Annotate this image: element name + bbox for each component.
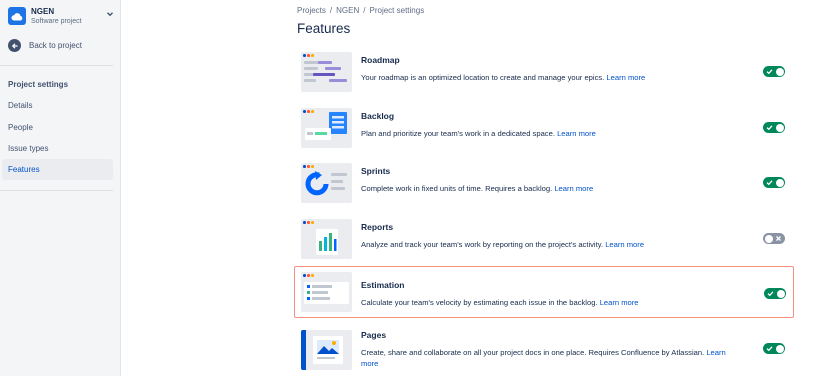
- learn-more-link-backlog[interactable]: Learn more: [557, 129, 596, 138]
- feature-title-roadmap: Roadmap: [361, 55, 400, 65]
- toggle-roadmap[interactable]: [763, 66, 785, 77]
- feature-row-sprints: Sprints Complete work in fixed units of …: [297, 161, 793, 211]
- feature-title-reports: Reports: [361, 222, 394, 232]
- chevron-down-icon[interactable]: [106, 10, 114, 18]
- check-icon: [767, 291, 774, 297]
- learn-more-link-sprints[interactable]: Learn more: [554, 184, 593, 193]
- toggle-estimation[interactable]: [764, 288, 786, 299]
- feature-description-text: Analyze and track your team's work by re…: [361, 240, 604, 249]
- feature-description-roadmap: Your roadmap is an optimized location to…: [361, 72, 741, 83]
- toggle-knob: [775, 67, 784, 76]
- reports-illustration: [301, 219, 352, 259]
- sidebar-item-people[interactable]: People: [2, 117, 113, 138]
- toggle-knob: [775, 178, 784, 187]
- back-to-project-label: Back to project: [29, 41, 82, 50]
- feature-description-text: Create, share and collaborate on all you…: [361, 348, 705, 357]
- breadcrumb-project[interactable]: NGEN: [336, 6, 359, 15]
- breadcrumb-separator: /: [329, 6, 333, 15]
- learn-more-link-reports[interactable]: Learn more: [605, 240, 644, 249]
- breadcrumb-separator: /: [363, 6, 366, 15]
- feature-title-backlog: Backlog: [361, 111, 395, 121]
- backlog-illustration: [301, 108, 352, 148]
- toggle-knob: [764, 234, 773, 243]
- check-icon: [766, 69, 773, 75]
- feature-description-pages: Create, share and collaborate on all you…: [361, 347, 741, 369]
- sidebar: NGEN Software project Back to project Pr…: [0, 0, 121, 376]
- cloud-icon: [11, 12, 23, 20]
- sidebar-item-details[interactable]: Details: [2, 95, 113, 116]
- feature-title-pages: Pages: [361, 330, 387, 340]
- feature-row-pages: Pages Create, share and collaborate on a…: [297, 325, 793, 375]
- feature-row-backlog: Backlog Plan and prioritize your team's …: [297, 106, 793, 156]
- learn-more-link-estimation[interactable]: Learn more: [600, 298, 639, 307]
- sidebar-item-features[interactable]: Features: [2, 159, 113, 180]
- sidebar-divider: [0, 65, 113, 66]
- project-type: Software project: [31, 17, 82, 25]
- toggle-reports[interactable]: [763, 233, 785, 244]
- toggle-knob: [775, 344, 784, 353]
- sidebar-divider: [0, 190, 113, 191]
- breadcrumb: Projects / NGEN / Project settings: [297, 6, 424, 15]
- check-icon: [766, 125, 773, 131]
- feature-description-sprints: Complete work in fixed units of time. Re…: [361, 183, 741, 194]
- sidebar-item-issue-types[interactable]: Issue types: [2, 138, 113, 159]
- learn-more-link-roadmap[interactable]: Learn more: [606, 73, 645, 82]
- toggle-sprints[interactable]: [763, 177, 785, 188]
- feature-description-text: Complete work in fixed units of time. Re…: [361, 184, 553, 193]
- project-avatar: [8, 7, 26, 25]
- toggle-pages[interactable]: [763, 343, 785, 354]
- page-title: Features: [297, 21, 351, 36]
- feature-description-backlog: Plan and prioritize your team's work in …: [361, 128, 741, 139]
- check-icon: [766, 346, 773, 352]
- feature-description-estimation: Calculate your team's velocity by estima…: [361, 297, 741, 308]
- project-switcher[interactable]: NGEN Software project: [8, 5, 114, 27]
- breadcrumb-projects[interactable]: Projects: [297, 6, 326, 15]
- close-icon: [776, 236, 781, 241]
- feature-description-text: Plan and prioritize your team's work in …: [361, 129, 555, 138]
- feature-row-reports: Reports Analyze and track your team's wo…: [297, 217, 793, 267]
- check-icon: [766, 180, 773, 186]
- arrow-left-icon: [8, 39, 21, 52]
- toggle-backlog[interactable]: [763, 122, 785, 133]
- toggle-knob: [775, 123, 784, 132]
- feature-row-roadmap: Roadmap Your roadmap is an optimized loc…: [297, 50, 793, 100]
- feature-title-sprints: Sprints: [361, 166, 391, 176]
- project-name: NGEN: [31, 6, 55, 16]
- pages-illustration: [301, 330, 352, 370]
- feature-row-estimation: Estimation Calculate your team's velocit…: [294, 266, 794, 318]
- sprints-illustration: [301, 163, 352, 203]
- estimation-illustration: [301, 272, 352, 312]
- feature-description-text: Calculate your team's velocity by estima…: [361, 298, 598, 307]
- breadcrumb-project-settings[interactable]: Project settings: [370, 6, 425, 15]
- feature-description-reports: Analyze and track your team's work by re…: [361, 239, 741, 250]
- back-to-project-link[interactable]: Back to project: [8, 39, 82, 52]
- feature-description-text: Your roadmap is an optimized location to…: [361, 73, 605, 82]
- sidebar-section-title: Project settings: [8, 80, 69, 89]
- toggle-knob: [776, 289, 785, 298]
- roadmap-illustration: [301, 52, 352, 92]
- feature-title-estimation: Estimation: [361, 280, 405, 290]
